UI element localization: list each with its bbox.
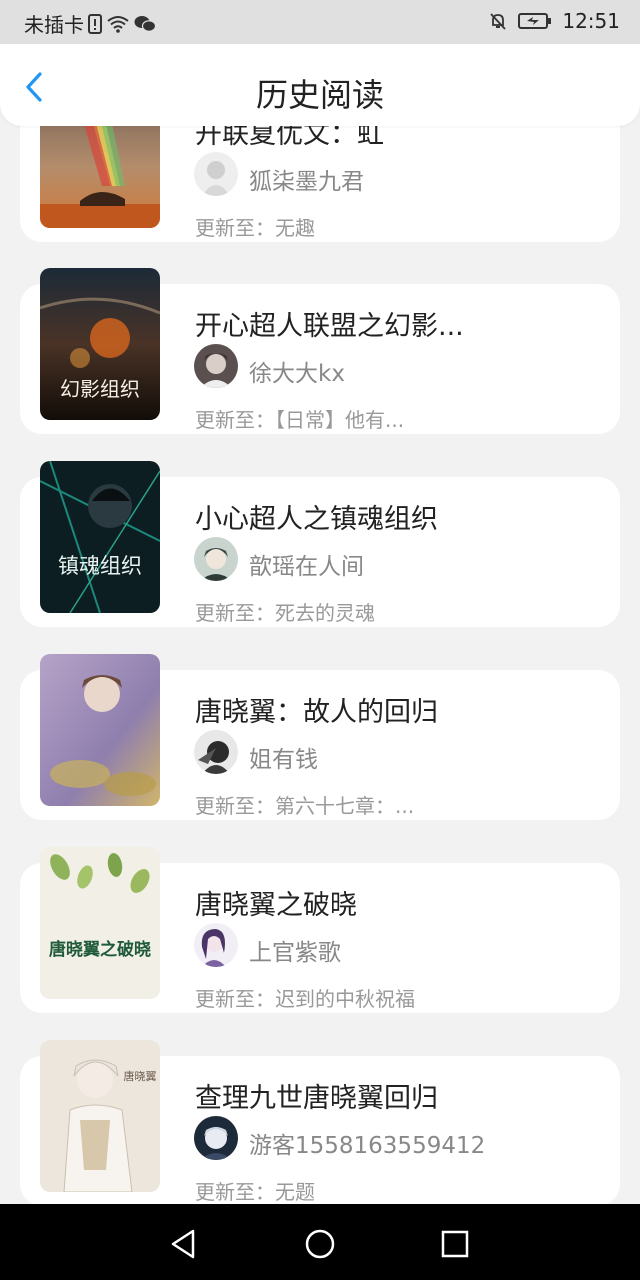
update-chapter: 【日常】他有... bbox=[275, 408, 405, 432]
book-cover[interactable]: 镇魂组织 bbox=[40, 461, 160, 613]
book-cover[interactable] bbox=[40, 126, 160, 228]
update-label: 更新至： bbox=[195, 601, 275, 625]
status-time: 12:51 bbox=[562, 9, 620, 33]
book-cover[interactable]: 唐晓翼之破晓 bbox=[40, 847, 160, 999]
book-card[interactable]: 唐晓翼之破晓 唐晓翼之破晓 上官紫歌 更新至：迟到的中秋祝福 bbox=[20, 847, 620, 1013]
cover-text: 镇魂组织 bbox=[58, 554, 142, 578]
author-name: 游客1558163559412 bbox=[249, 1133, 486, 1159]
mute-icon bbox=[488, 11, 508, 31]
book-title: 唐晓翼之破晓 bbox=[195, 890, 357, 921]
status-left: 未插卡 bbox=[24, 9, 156, 38]
book-card[interactable]: 唐晓翼：故人的回归 姐有钱 更新至：第六十七章：... bbox=[20, 654, 620, 820]
nav-home-button[interactable] bbox=[300, 1224, 340, 1264]
update-label: 更新至： bbox=[195, 216, 275, 240]
cover-text: 唐晓翼之破晓 bbox=[49, 939, 151, 960]
author-name: 歆瑶在人间 bbox=[249, 554, 364, 580]
nav-recents-button[interactable] bbox=[435, 1224, 475, 1264]
app-header: 历史阅读 bbox=[0, 44, 640, 126]
wechat-icon bbox=[134, 15, 156, 33]
book-card[interactable]: 开联夏优文：虹 狐柒墨九君 更新至：无趣 bbox=[20, 126, 620, 242]
author-avatar bbox=[194, 537, 238, 581]
home-circle-icon bbox=[305, 1229, 335, 1259]
system-nav-bar bbox=[0, 1204, 640, 1280]
history-list[interactable]: 开联夏优文：虹 狐柒墨九君 更新至：无趣 幻影组织 开心超人联盟之幻影... 徐… bbox=[0, 126, 640, 1204]
update-chapter: 死去的灵魂 bbox=[275, 601, 375, 625]
battery-icon bbox=[518, 12, 552, 30]
status-right: 12:51 bbox=[488, 9, 620, 33]
book-title: 开心超人联盟之幻影... bbox=[195, 311, 464, 342]
update-chapter: 迟到的中秋祝福 bbox=[275, 987, 415, 1011]
update-info: 更新至：无题 bbox=[195, 1176, 315, 1204]
author-avatar bbox=[194, 923, 238, 967]
update-label: 更新至： bbox=[195, 408, 275, 432]
carrier-text: 未插卡 bbox=[24, 13, 84, 37]
update-info: 更新至：第六十七章：... bbox=[195, 790, 414, 819]
back-triangle-icon bbox=[171, 1229, 195, 1259]
update-info: 更新至：【日常】他有... bbox=[195, 404, 404, 433]
book-title: 开联夏优文：虹 bbox=[195, 126, 384, 150]
update-label: 更新至： bbox=[195, 1180, 275, 1204]
update-label: 更新至： bbox=[195, 987, 275, 1011]
book-title: 查理九世唐晓翼回归 bbox=[195, 1083, 438, 1114]
update-info: 更新至：无趣 bbox=[195, 212, 315, 241]
book-title: 唐晓翼：故人的回归 bbox=[195, 697, 438, 728]
book-card[interactable]: 唐晓翼 查理九世唐晓翼回归 游客1558163559412 更新至：无题 bbox=[20, 1040, 620, 1204]
update-chapter: 无题 bbox=[275, 1180, 315, 1204]
update-info: 更新至：迟到的中秋祝福 bbox=[195, 983, 415, 1012]
author-name: 狐柒墨九君 bbox=[249, 169, 364, 195]
book-cover[interactable] bbox=[40, 654, 160, 806]
sim-alert-icon bbox=[88, 13, 102, 34]
author-avatar bbox=[194, 1116, 238, 1160]
author-avatar bbox=[194, 730, 238, 774]
status-bar: 未插卡 12:51 bbox=[0, 0, 640, 44]
book-title: 小心超人之镇魂组织 bbox=[195, 504, 438, 535]
book-card[interactable]: 镇魂组织 小心超人之镇魂组织 歆瑶在人间 更新至：死去的灵魂 bbox=[20, 461, 620, 627]
cover-text: 唐晓翼 bbox=[124, 1069, 157, 1083]
author-name: 徐大大kx bbox=[249, 361, 345, 387]
update-chapter: 无趣 bbox=[275, 216, 315, 240]
wifi-icon bbox=[106, 15, 130, 33]
page-title: 历史阅读 bbox=[255, 76, 384, 114]
update-info: 更新至：死去的灵魂 bbox=[195, 597, 375, 626]
update-label: 更新至： bbox=[195, 794, 275, 818]
book-cover[interactable]: 幻影组织 bbox=[40, 268, 160, 420]
author-avatar bbox=[194, 152, 238, 196]
author-name: 姐有钱 bbox=[249, 747, 318, 773]
book-card[interactable]: 幻影组织 开心超人联盟之幻影... 徐大大kx 更新至：【日常】他有... bbox=[20, 268, 620, 434]
recents-square-icon bbox=[441, 1230, 469, 1258]
author-avatar bbox=[194, 344, 238, 388]
cover-text: 幻影组织 bbox=[60, 377, 140, 401]
update-chapter: 第六十七章：... bbox=[275, 794, 415, 818]
nav-back-button[interactable] bbox=[163, 1224, 203, 1264]
author-name: 上官紫歌 bbox=[249, 940, 341, 966]
book-cover[interactable]: 唐晓翼 bbox=[40, 1040, 160, 1192]
